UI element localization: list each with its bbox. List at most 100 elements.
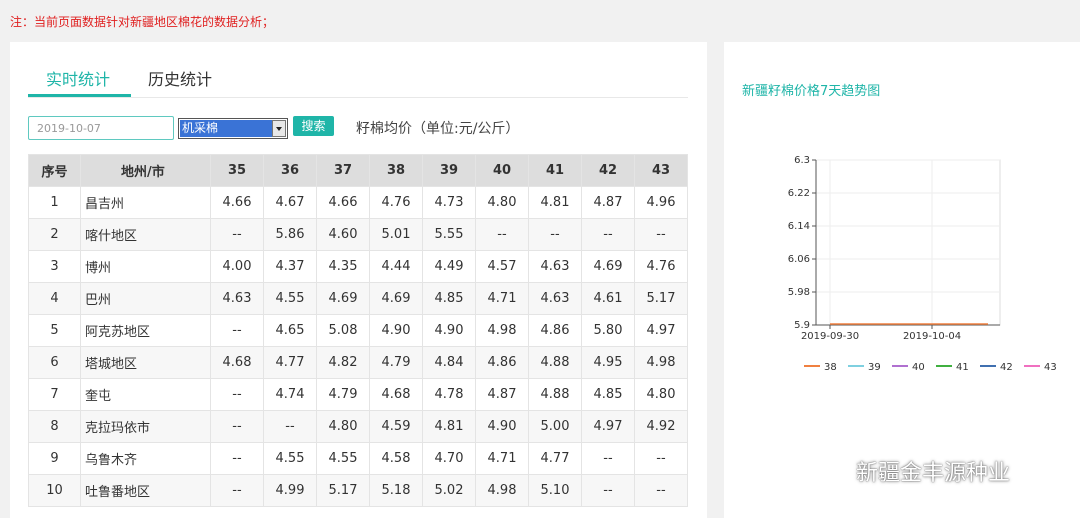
- trend-chart: 6.3 6.22 6.14 6.06 5.98 5.92019-09-30 2019-10-…: [788, 155, 1057, 373]
- tab-history[interactable]: 历史统计: [148, 66, 212, 90]
- price-cell: 5.17: [634, 282, 688, 315]
- price-cell: 4.76: [369, 186, 423, 219]
- column-header: 43: [634, 154, 688, 187]
- row-index: 10: [28, 474, 81, 507]
- price-cell: 5.80: [581, 314, 635, 347]
- x-tick-label: 2019-09-30: [801, 331, 859, 342]
- row-index: 1: [28, 186, 81, 219]
- table-row: 2 喀什地区 -- 5.86 4.60 5.01 5.55 -- -- -- --: [28, 218, 688, 251]
- region-name: 喀什地区: [80, 218, 211, 251]
- price-cell: 4.49: [422, 250, 476, 283]
- price-cell: 4.97: [581, 410, 635, 443]
- region-name: 塔城地区: [80, 346, 211, 379]
- filter-bar: 机采棉 搜索 籽棉均价（单位:元/公斤）: [28, 116, 688, 140]
- date-input[interactable]: [28, 116, 174, 140]
- region-name: 阿克苏地区: [80, 314, 211, 347]
- price-cell: 4.84: [422, 346, 476, 379]
- y-tick-label: 6.14: [788, 221, 810, 232]
- price-cell: --: [210, 410, 264, 443]
- price-cell: 4.37: [263, 250, 317, 283]
- price-cell: 4.87: [581, 186, 635, 219]
- row-index: 9: [28, 442, 81, 475]
- watermark-text: 新疆金丰源种业: [856, 461, 1011, 486]
- column-header: 37: [316, 154, 370, 187]
- legend-label: 42: [1000, 362, 1013, 373]
- price-cell: --: [528, 218, 582, 251]
- price-cell: --: [210, 442, 264, 475]
- row-index: 6: [28, 346, 81, 379]
- price-cell: 4.44: [369, 250, 423, 283]
- price-cell: 4.69: [316, 282, 370, 315]
- table-row: 4 巴州 4.63 4.55 4.69 4.69 4.85 4.71 4.63 4.61 5.17: [28, 282, 688, 315]
- price-cell: 5.00: [528, 410, 582, 443]
- price-cell: 4.79: [316, 378, 370, 411]
- column-header: 36: [263, 154, 317, 187]
- price-cell: 4.71: [475, 442, 529, 475]
- price-cell: 4.85: [422, 282, 476, 315]
- column-header: 序号: [28, 154, 81, 187]
- price-cell: --: [210, 474, 264, 507]
- price-cell: --: [581, 218, 635, 251]
- price-cell: --: [581, 474, 635, 507]
- column-header: 40: [475, 154, 529, 187]
- legend-label: 38: [824, 362, 837, 373]
- price-cell: --: [210, 314, 264, 347]
- column-header: 38: [369, 154, 423, 187]
- price-cell: 4.82: [316, 346, 370, 379]
- region-name: 乌鲁木齐: [80, 442, 211, 475]
- table-row: 3 博州 4.00 4.37 4.35 4.44 4.49 4.57 4.63 4.69 4.76: [28, 250, 688, 283]
- price-cell: 4.76: [634, 250, 688, 283]
- price-cell: 4.85: [581, 378, 635, 411]
- price-cell: 4.55: [316, 442, 370, 475]
- search-button[interactable]: 搜索: [293, 116, 334, 136]
- region-name: 克拉玛依市: [80, 410, 211, 443]
- table-row: 8 克拉玛依市 -- -- 4.80 4.59 4.81 4.90 5.00 4.97 4.92: [28, 410, 688, 443]
- y-tick-label: 5.9: [794, 320, 810, 331]
- price-cell: 4.90: [475, 410, 529, 443]
- column-header: 39: [422, 154, 476, 187]
- plot-frame: [815, 159, 1001, 326]
- price-table: 序号 地州/市 35 36 37 38 39 40 41 42 43 1 昌吉州 4.66 4.67 4.6…: [28, 154, 688, 507]
- price-cell: 5.18: [369, 474, 423, 507]
- region-name: 奎屯: [80, 378, 211, 411]
- price-cell: 4.67: [263, 186, 317, 219]
- price-cell: 4.69: [369, 282, 423, 315]
- price-cell: 4.88: [528, 346, 582, 379]
- column-header: 42: [581, 154, 635, 187]
- stats-panel: 实时统计 历史统计 机采棉 搜索 籽棉均价（单位:元/公斤） 序号地州/市353…: [10, 42, 707, 518]
- price-cell: 4.92: [634, 410, 688, 443]
- tab-bar: 实时统计 历史统计: [28, 42, 688, 98]
- region-name: 昌吉州: [80, 186, 211, 219]
- price-cell: 4.73: [422, 186, 476, 219]
- chart-title: 新疆籽棉价格7天趋势图: [742, 84, 881, 99]
- y-tick-label: 6.22: [788, 188, 810, 199]
- unit-label: 籽棉均价（单位:元/公斤）: [356, 121, 520, 137]
- cotton-type-select[interactable]: 机采棉: [178, 118, 288, 139]
- price-cell: 4.86: [475, 346, 529, 379]
- price-cell: 5.10: [528, 474, 582, 507]
- column-header: 35: [210, 154, 264, 187]
- y-tick-label: 6.3: [794, 155, 810, 166]
- price-cell: 4.95: [581, 346, 635, 379]
- chevron-down-icon[interactable]: [272, 120, 286, 137]
- price-cell: 4.98: [475, 474, 529, 507]
- price-cell: --: [634, 218, 688, 251]
- legend-label: 39: [868, 362, 881, 373]
- price-cell: --: [210, 218, 264, 251]
- table-row: 6 塔城地区 4.68 4.77 4.82 4.79 4.84 4.86 4.88 4.95 4.9…: [28, 346, 688, 379]
- price-cell: 4.63: [528, 282, 582, 315]
- price-cell: --: [634, 474, 688, 507]
- price-cell: 4.80: [475, 186, 529, 219]
- price-cell: 4.77: [528, 442, 582, 475]
- price-cell: 4.66: [210, 186, 264, 219]
- price-cell: 5.86: [263, 218, 317, 251]
- price-cell: 4.69: [581, 250, 635, 283]
- watermark: 新疆金丰源种业: [808, 455, 1010, 487]
- table-row: 5 阿克苏地区 -- 4.65 5.08 4.90 4.90 4.98 4.86 5.80 4.97: [28, 314, 688, 347]
- price-cell: --: [263, 410, 317, 443]
- legend-label: 40: [912, 362, 925, 373]
- tab-realtime[interactable]: 实时统计: [46, 66, 110, 90]
- x-tick-label: 2019-10-04: [903, 331, 961, 342]
- price-cell: --: [581, 442, 635, 475]
- price-cell: 4.88: [528, 378, 582, 411]
